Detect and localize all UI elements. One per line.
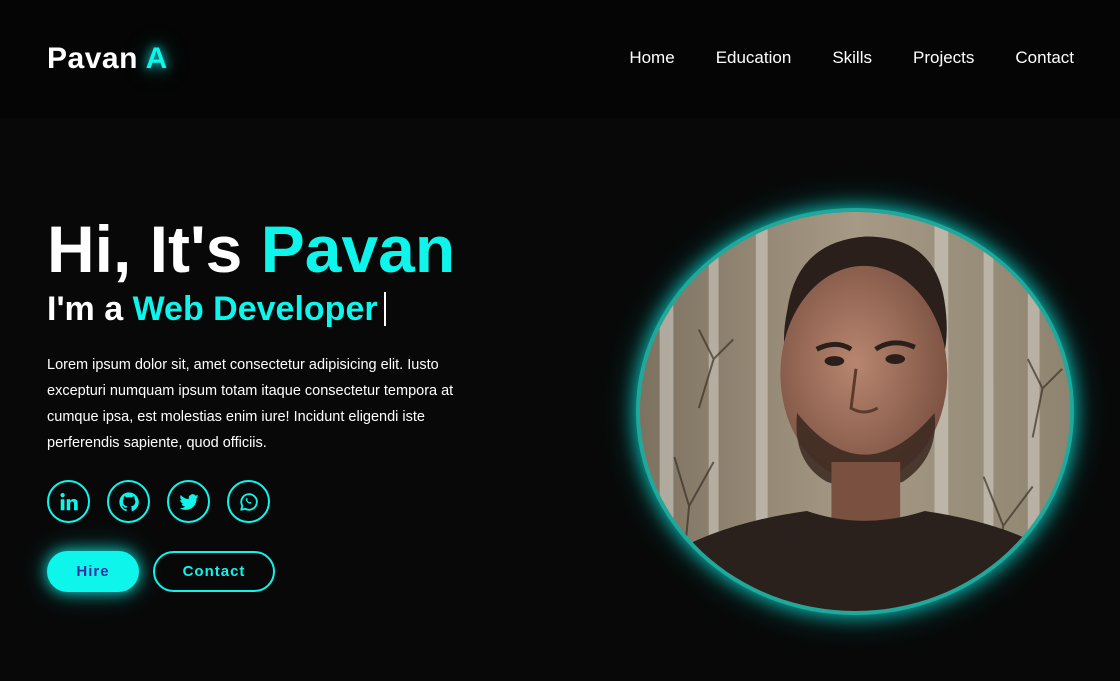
logo[interactable]: Pavan A (47, 42, 168, 76)
hero-description: Lorem ipsum dolor sit, amet consectetur … (47, 357, 454, 451)
nav-education[interactable]: Education (716, 48, 792, 68)
nav-contact[interactable]: Contact (1015, 48, 1074, 68)
main-nav: Home Education Skills Projects Contact (629, 48, 1074, 68)
nav-projects[interactable]: Projects (913, 48, 974, 68)
typing-cursor (383, 292, 386, 326)
contact-button[interactable]: Contact (153, 551, 275, 592)
site-header: Pavan A Home Education Skills Projects C… (0, 0, 1120, 118)
social-links (47, 480, 507, 523)
cta-buttons: Hire Contact (47, 551, 507, 592)
hero-heading: Hi, It's Pavan (47, 212, 507, 286)
hero-section: Hi, It's Pavan I'm a Web Developer Lorem… (47, 212, 507, 592)
whatsapp-link[interactable] (227, 480, 270, 523)
twitter-icon (178, 493, 199, 510)
hero-name: Pavan (260, 212, 456, 286)
twitter-link[interactable] (167, 480, 210, 523)
whatsapp-icon (239, 492, 258, 511)
linkedin-link[interactable] (47, 480, 90, 523)
role-prefix: I'm a (47, 290, 124, 328)
linkedin-icon (59, 492, 78, 510)
role-title: Web Developer (132, 290, 378, 328)
hire-button[interactable]: Hire (47, 551, 139, 592)
github-link[interactable] (107, 480, 150, 523)
hero-greeting: Hi, It's (47, 212, 243, 286)
profile-portrait-image (640, 212, 1070, 611)
hero-role: I'm a Web Developer (47, 286, 507, 332)
logo-name: Pavan (47, 42, 138, 75)
profile-photo (636, 208, 1074, 615)
github-icon (118, 491, 139, 511)
nav-home[interactable]: Home (629, 48, 674, 68)
logo-accent: A (145, 42, 168, 75)
nav-skills[interactable]: Skills (832, 48, 872, 68)
